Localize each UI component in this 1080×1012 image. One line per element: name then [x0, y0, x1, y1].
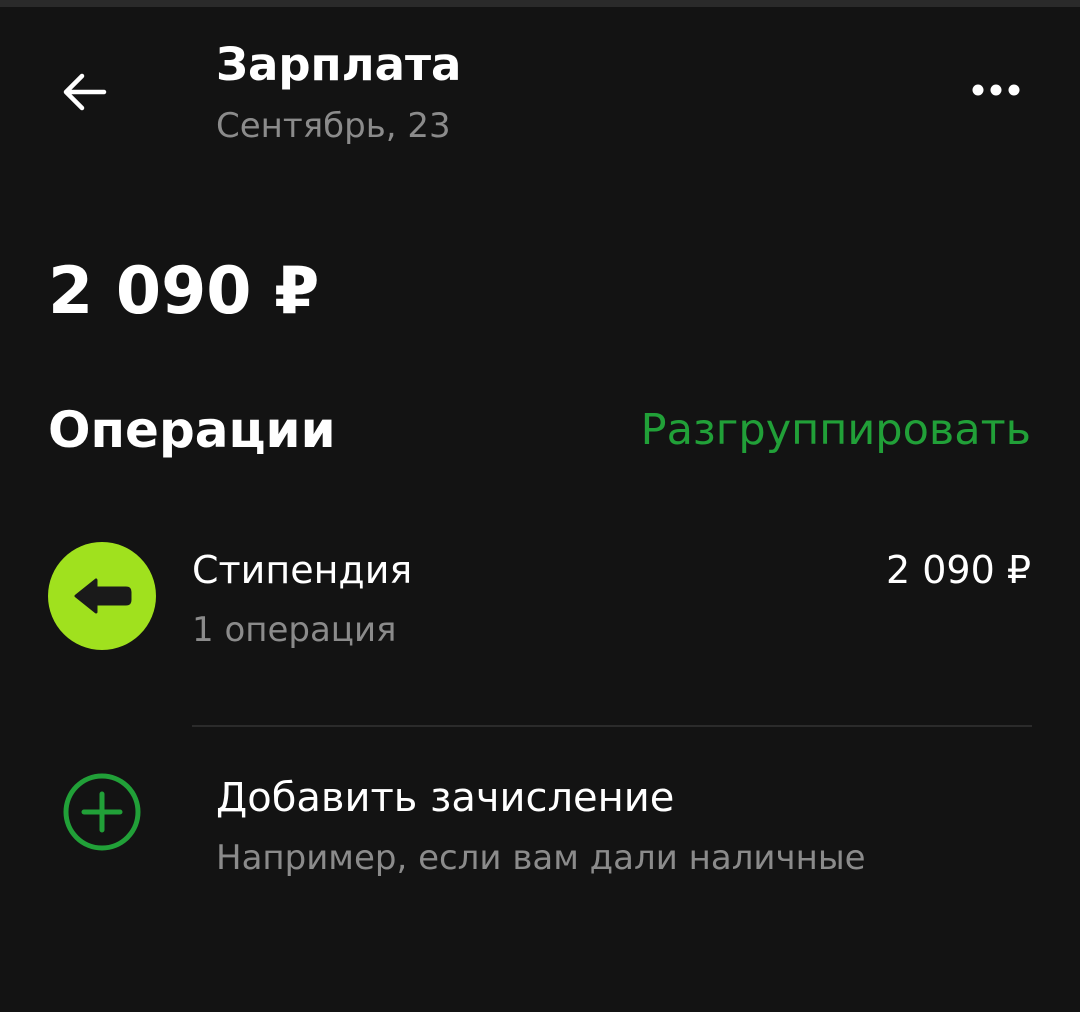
- incoming-arrow-icon: [74, 578, 132, 614]
- plus-circle-icon: [63, 773, 141, 851]
- more-horizontal-icon: [972, 84, 1020, 96]
- more-options-button[interactable]: [956, 60, 1036, 120]
- status-bar-strip: [0, 0, 1080, 7]
- operation-amount: 2 090 ₽: [885, 548, 1031, 592]
- total-amount: 2 090 ₽: [48, 254, 320, 329]
- add-income-title: Добавить зачисление: [216, 775, 675, 821]
- operation-item[interactable]: Стипендия 1 операция 2 090 ₽: [0, 530, 1080, 670]
- operations-heading: Операции: [48, 401, 336, 459]
- page-subtitle: Сентябрь, 23: [216, 106, 451, 146]
- divider: [192, 725, 1032, 727]
- operation-title: Стипендия: [192, 548, 413, 592]
- operation-count: 1 операция: [192, 610, 397, 650]
- add-income-hint: Например, если вам дали наличные: [216, 838, 866, 878]
- ungroup-button[interactable]: Разгруппировать: [641, 402, 1031, 458]
- page-title: Зарплата: [216, 38, 462, 91]
- add-income-button[interactable]: Добавить зачисление Например, если вам д…: [0, 760, 1080, 890]
- operation-category-avatar: [48, 542, 156, 650]
- arrow-left-icon: [63, 73, 107, 111]
- back-button[interactable]: [48, 58, 120, 126]
